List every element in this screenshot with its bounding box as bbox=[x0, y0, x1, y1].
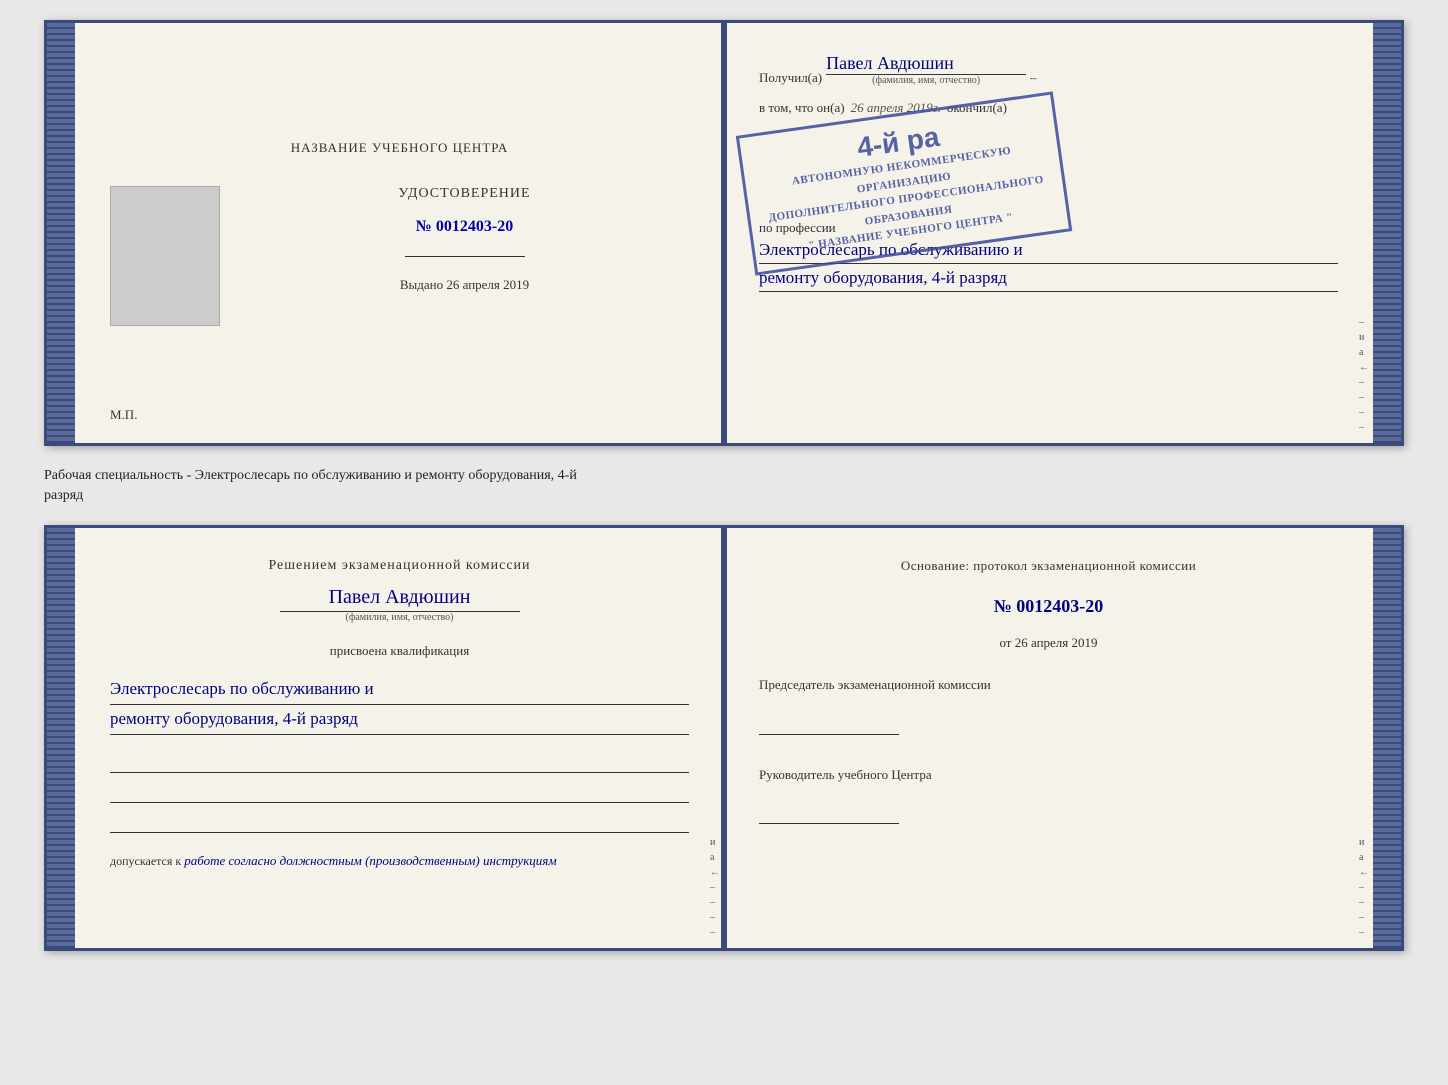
spine-left bbox=[47, 23, 75, 443]
blank-line-3 bbox=[110, 813, 689, 833]
bl-mark-d1: – bbox=[710, 882, 720, 893]
mark-arrow: ← bbox=[1359, 362, 1369, 373]
issued-row: Выдано 26 апреля 2019 bbox=[400, 277, 529, 293]
chairman-block: Председатель экзаменационной комиссии bbox=[759, 675, 1338, 735]
mark-dash3: – bbox=[1359, 392, 1369, 403]
top-booklet-section: НАЗВАНИЕ УЧЕБНОГО ЦЕНТРА УДОСТОВЕРЕНИЕ №… bbox=[44, 20, 1404, 446]
commission-title: Решением экзаменационной комиссии bbox=[110, 558, 689, 574]
chairman-label: Председатель экзаменационной комиссии bbox=[759, 675, 1338, 695]
blank-line-2 bbox=[110, 783, 689, 803]
bl-mark-d2: – bbox=[710, 897, 720, 908]
allowed-row: допускается к работе согласно должностны… bbox=[110, 853, 689, 869]
mark-dash4: – bbox=[1359, 407, 1369, 418]
bl-mark-i: и bbox=[710, 837, 720, 848]
right-side-marks: – и а ← – – – – bbox=[1359, 23, 1369, 443]
cert-number: № 0012403-20 bbox=[416, 218, 513, 236]
issued-date: 26 апреля 2019 bbox=[446, 277, 529, 292]
basis-date: от 26 апреля 2019 bbox=[759, 635, 1338, 651]
blank-line-1 bbox=[110, 753, 689, 773]
top-left-page: НАЗВАНИЕ УЧЕБНОГО ЦЕНТРА УДОСТОВЕРЕНИЕ №… bbox=[75, 23, 724, 443]
blank-lines bbox=[110, 753, 689, 833]
cert-divider-line bbox=[405, 256, 525, 257]
photo-placeholder bbox=[110, 186, 220, 326]
mp-label: М.П. bbox=[110, 407, 137, 423]
mark-dash2: – bbox=[1359, 377, 1369, 388]
qualification-line1: Электрослесарь по обслуживанию и bbox=[110, 675, 689, 705]
cert-info: УДОСТОВЕРЕНИЕ № 0012403-20 Выдано 26 апр… bbox=[240, 186, 689, 293]
br-mark-d1: – bbox=[1359, 882, 1369, 893]
cert-title: УДОСТОВЕРЕНИЕ bbox=[398, 186, 530, 202]
br-mark-d3: – bbox=[1359, 912, 1369, 923]
director-block: Руководитель учебного Центра bbox=[759, 749, 1338, 825]
bottom-left-page: Решением экзаменационной комиссии Павел … bbox=[75, 528, 724, 948]
director-signature-line bbox=[759, 804, 899, 824]
bottom-booklet: Решением экзаменационной комиссии Павел … bbox=[44, 525, 1404, 951]
br-mark-arrow: ← bbox=[1359, 867, 1369, 878]
director-label: Руководитель учебного Центра bbox=[759, 765, 1338, 785]
person-name-block: Павел Авдюшин (фамилия, имя, отчество) bbox=[110, 586, 689, 623]
top-booklet: НАЗВАНИЕ УЧЕБНОГО ЦЕНТРА УДОСТОВЕРЕНИЕ №… bbox=[44, 20, 1404, 446]
bottom-right-side-marks: и а ← – – – – bbox=[1359, 528, 1369, 948]
mark-dash1: – bbox=[1359, 317, 1369, 328]
received-row: Получил(а) Павел Авдюшин (фамилия, имя, … bbox=[759, 53, 1338, 86]
allowed-prefix: допускается к bbox=[110, 854, 181, 868]
bottom-booklet-section: Решением экзаменационной комиссии Павел … bbox=[44, 525, 1404, 951]
basis-title: Основание: протокол экзаменационной коми… bbox=[759, 558, 1338, 574]
issued-label: Выдано bbox=[400, 277, 443, 292]
qualification-line2: ремонту оборудования, 4-й разряд bbox=[110, 705, 689, 735]
chairman-signature-line bbox=[759, 715, 899, 735]
mark-a: а bbox=[1359, 347, 1369, 358]
basis-date-value: 26 апреля 2019 bbox=[1015, 635, 1098, 650]
assigned-label: присвоена квалификация bbox=[110, 643, 689, 659]
mark-dash5: – bbox=[1359, 422, 1369, 433]
bl-mark-a: а bbox=[710, 852, 720, 863]
person-name: Павел Авдюшин bbox=[280, 586, 520, 612]
br-mark-d4: – bbox=[1359, 927, 1369, 938]
cert-block: УДОСТОВЕРЕНИЕ № 0012403-20 Выдано 26 апр… bbox=[110, 186, 689, 326]
allowed-text: работе согласно должностным (производств… bbox=[184, 853, 556, 868]
qualification-block: Электрослесарь по обслуживанию и ремонту… bbox=[110, 675, 689, 735]
bottom-fio-label: (фамилия, имя, отчество) bbox=[346, 612, 454, 623]
received-prefix: Получил(а) bbox=[759, 70, 822, 86]
spine-right bbox=[1373, 23, 1401, 443]
top-right-page: Получил(а) Павел Авдюшин (фамилия, имя, … bbox=[724, 23, 1373, 443]
fio-label: (фамилия, имя, отчество) bbox=[872, 75, 980, 86]
profession-line2: ремонту оборудования, 4-й разряд bbox=[759, 264, 1338, 292]
mark-i: и bbox=[1359, 332, 1369, 343]
bottom-spine-left bbox=[47, 528, 75, 948]
bl-mark-arrow: ← bbox=[710, 867, 720, 878]
bottom-left-side-marks: и а ← – – – – bbox=[710, 528, 720, 948]
in-that-prefix: в том, что он(а) bbox=[759, 100, 845, 116]
separator-text: Рабочая специальность - Электрослесарь п… bbox=[44, 462, 1404, 509]
basis-date-prefix: от bbox=[999, 635, 1011, 650]
bl-mark-d4: – bbox=[710, 927, 720, 938]
br-mark-a: а bbox=[1359, 852, 1369, 863]
separator-line1: Рабочая специальность - Электрослесарь п… bbox=[44, 466, 1404, 486]
recipient-name: Павел Авдюшин bbox=[826, 53, 1026, 75]
training-center-title: НАЗВАНИЕ УЧЕБНОГО ЦЕНТРА bbox=[291, 140, 508, 156]
br-mark-i: и bbox=[1359, 837, 1369, 848]
br-mark-d2: – bbox=[1359, 897, 1369, 908]
bottom-spine-right bbox=[1373, 528, 1401, 948]
bl-mark-d3: – bbox=[710, 912, 720, 923]
dash: – bbox=[1030, 70, 1037, 86]
bottom-right-page: Основание: протокол экзаменационной коми… bbox=[724, 528, 1373, 948]
separator-line2: разряд bbox=[44, 486, 1404, 506]
basis-number: № 0012403-20 bbox=[759, 596, 1338, 617]
